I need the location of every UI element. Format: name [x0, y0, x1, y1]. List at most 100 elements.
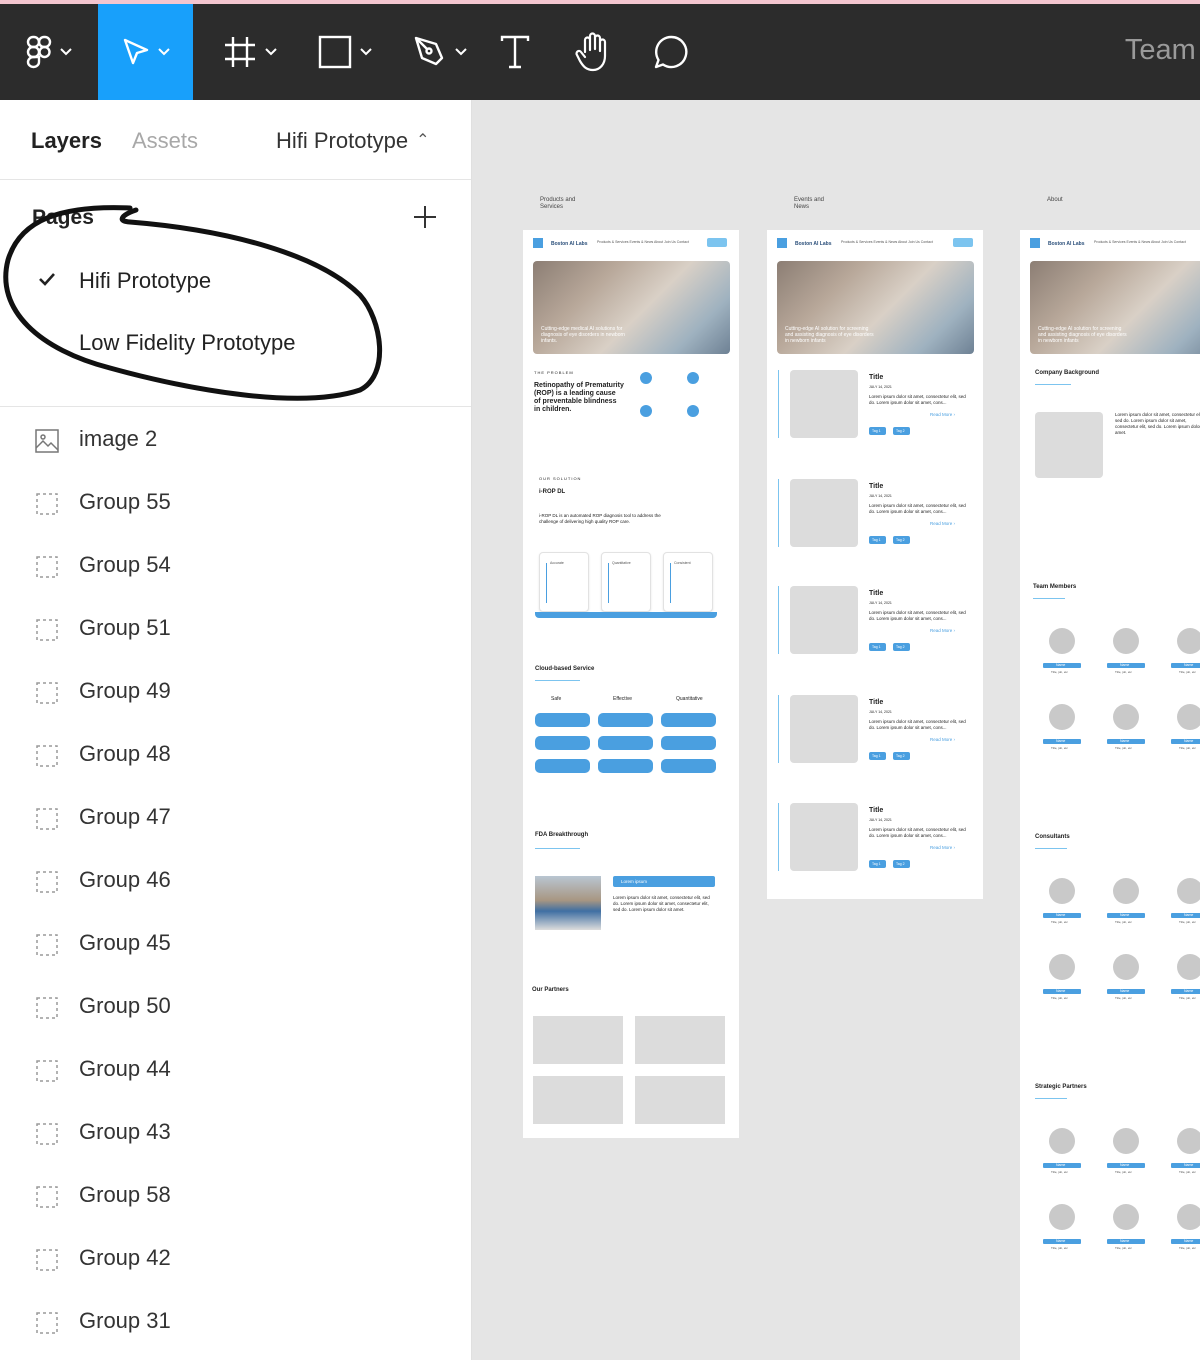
- page-switcher[interactable]: Hifi Prototype ⌃: [276, 128, 429, 154]
- layer-name: Group 55: [79, 489, 171, 514]
- page-item-hifi-prototype[interactable]: Hifi Prototype: [79, 268, 211, 294]
- frame-products-and-services[interactable]: Boston AI Labs Products & Services Event…: [523, 230, 739, 1138]
- frame-label-about[interactable]: About: [1047, 197, 1063, 204]
- event-tag[interactable]: Tag 1: [869, 427, 886, 435]
- tab-assets[interactable]: Assets: [132, 128, 198, 154]
- layer-name: Group 50: [79, 993, 171, 1018]
- page-item-low-fidelity-prototype[interactable]: Low Fidelity Prototype: [79, 330, 295, 356]
- person-avatar: [1177, 1128, 1200, 1154]
- feature-pill: [535, 713, 590, 727]
- layer-row[interactable]: Group 51: [0, 597, 471, 660]
- tag-label: Tag 2: [896, 754, 905, 758]
- event-tag[interactable]: Tag 2: [893, 427, 910, 435]
- cursor-arrow-icon: [122, 37, 150, 67]
- layer-row[interactable]: Group 46: [0, 849, 471, 912]
- event-tag[interactable]: Tag 1: [869, 752, 886, 760]
- person-role: Title, job, etc: [1051, 996, 1068, 1000]
- pen-tool-button[interactable]: [395, 4, 485, 100]
- group-icon: [35, 618, 59, 642]
- move-tool-button[interactable]: [98, 4, 193, 100]
- read-more-link[interactable]: Read More ›: [930, 412, 955, 417]
- layer-row[interactable]: Group 54: [0, 534, 471, 597]
- layer-row[interactable]: Group 31: [0, 1290, 471, 1353]
- layer-name: Group 31: [79, 1308, 171, 1333]
- hash-frame-icon: [223, 35, 257, 69]
- group-icon: [35, 933, 59, 957]
- event-tag[interactable]: Tag 2: [893, 860, 910, 868]
- layer-row[interactable]: Group 50: [0, 975, 471, 1038]
- tag-label: Tag 1: [872, 862, 881, 866]
- frame-tool-button[interactable]: [205, 4, 295, 100]
- layer-name: Group 58: [79, 1182, 171, 1207]
- person-name: Name: [1120, 989, 1130, 993]
- frame-events-and-news[interactable]: Boston AI Labs Products & Services Event…: [767, 230, 983, 899]
- event-tag[interactable]: Tag 2: [893, 752, 910, 760]
- chevron-down-icon: [360, 48, 372, 56]
- event-tag[interactable]: Tag 1: [869, 643, 886, 651]
- event-title: Title: [869, 807, 884, 814]
- add-page-button[interactable]: [412, 204, 438, 230]
- read-more-link[interactable]: Read More ›: [930, 628, 955, 633]
- person-avatar: [1049, 1128, 1075, 1154]
- layer-row[interactable]: Group 55: [0, 471, 471, 534]
- person-avatar: [1177, 1204, 1200, 1230]
- pages-section: Pages Hifi Prototype Low Fidelity Protot…: [0, 180, 471, 407]
- figma-menu-button[interactable]: [0, 4, 98, 100]
- tag-label: Tag 1: [872, 538, 881, 542]
- frame-about[interactable]: Boston AI Labs Products & Services Event…: [1020, 230, 1200, 1360]
- shape-tool-button[interactable]: [300, 4, 390, 100]
- person-role: Title, job, etc: [1115, 670, 1132, 674]
- event-tag[interactable]: Tag 2: [893, 536, 910, 544]
- event-image: [790, 803, 858, 871]
- read-more-link[interactable]: Read More ›: [930, 521, 955, 526]
- read-more-link[interactable]: Read More ›: [930, 737, 955, 742]
- event-tag[interactable]: Tag 1: [869, 536, 886, 544]
- layer-row[interactable]: Group 58: [0, 1164, 471, 1227]
- layer-name: Group 45: [79, 930, 171, 955]
- layer-row[interactable]: Group 49: [0, 660, 471, 723]
- person-role: Title, job, etc: [1179, 1170, 1196, 1174]
- problem-label: THE PROBLEM: [534, 370, 574, 375]
- person-role: Title, job, etc: [1051, 1246, 1068, 1250]
- group-icon: [35, 1248, 59, 1272]
- title-underline: [535, 848, 580, 849]
- partner-logo: [635, 1016, 725, 1064]
- feature-pill: [598, 736, 653, 750]
- event-tag[interactable]: Tag 2: [893, 643, 910, 651]
- frame-label-events[interactable]: Events and News: [794, 197, 834, 211]
- layer-name: Group 48: [79, 741, 171, 766]
- feature-effective: Effective: [613, 696, 633, 702]
- person-role: Title, job, etc: [1179, 920, 1196, 924]
- layer-row[interactable]: Group 45: [0, 912, 471, 975]
- person-name: Name: [1056, 1163, 1066, 1167]
- canvas[interactable]: Products and Services Events and News Ab…: [473, 100, 1200, 1360]
- read-more-link[interactable]: Read More ›: [930, 845, 955, 850]
- layer-row[interactable]: Group 44: [0, 1038, 471, 1101]
- event-tag[interactable]: Tag 1: [869, 860, 886, 868]
- event-text: Lorem ipsum dolor sit amet, consectetur …: [869, 394, 966, 405]
- strategic-title: Strategic Partners: [1035, 1084, 1087, 1090]
- layer-row[interactable]: Group 42: [0, 1227, 471, 1290]
- person-role: Title, job, etc: [1051, 746, 1068, 750]
- title-underline: [535, 680, 580, 681]
- card-title: Accurate: [550, 561, 564, 565]
- layer-name: Group 43: [79, 1119, 171, 1144]
- person-role: Title, job, etc: [1115, 920, 1132, 924]
- layer-row[interactable]: Group 48: [0, 723, 471, 786]
- person-name-bar: Name: [1107, 739, 1145, 744]
- person-name-bar: Name: [1043, 739, 1081, 744]
- solution-card: Accurate: [539, 552, 589, 612]
- frame-label-products[interactable]: Products and Services: [540, 197, 585, 211]
- person-name-bar: Name: [1171, 989, 1200, 994]
- rectangle-icon: [318, 35, 352, 69]
- comment-tool-button[interactable]: [646, 4, 696, 100]
- tab-layers[interactable]: Layers: [31, 128, 102, 154]
- hand-tool-button[interactable]: [568, 4, 618, 100]
- person-name: Name: [1120, 739, 1130, 743]
- layer-row[interactable]: image 2: [0, 408, 471, 471]
- layer-row[interactable]: Group 43: [0, 1101, 471, 1164]
- text-tool-button[interactable]: [490, 4, 540, 100]
- layer-row[interactable]: Group 47: [0, 786, 471, 849]
- person-role: Title, job, etc: [1115, 1170, 1132, 1174]
- file-title[interactable]: Team p: [1125, 34, 1200, 67]
